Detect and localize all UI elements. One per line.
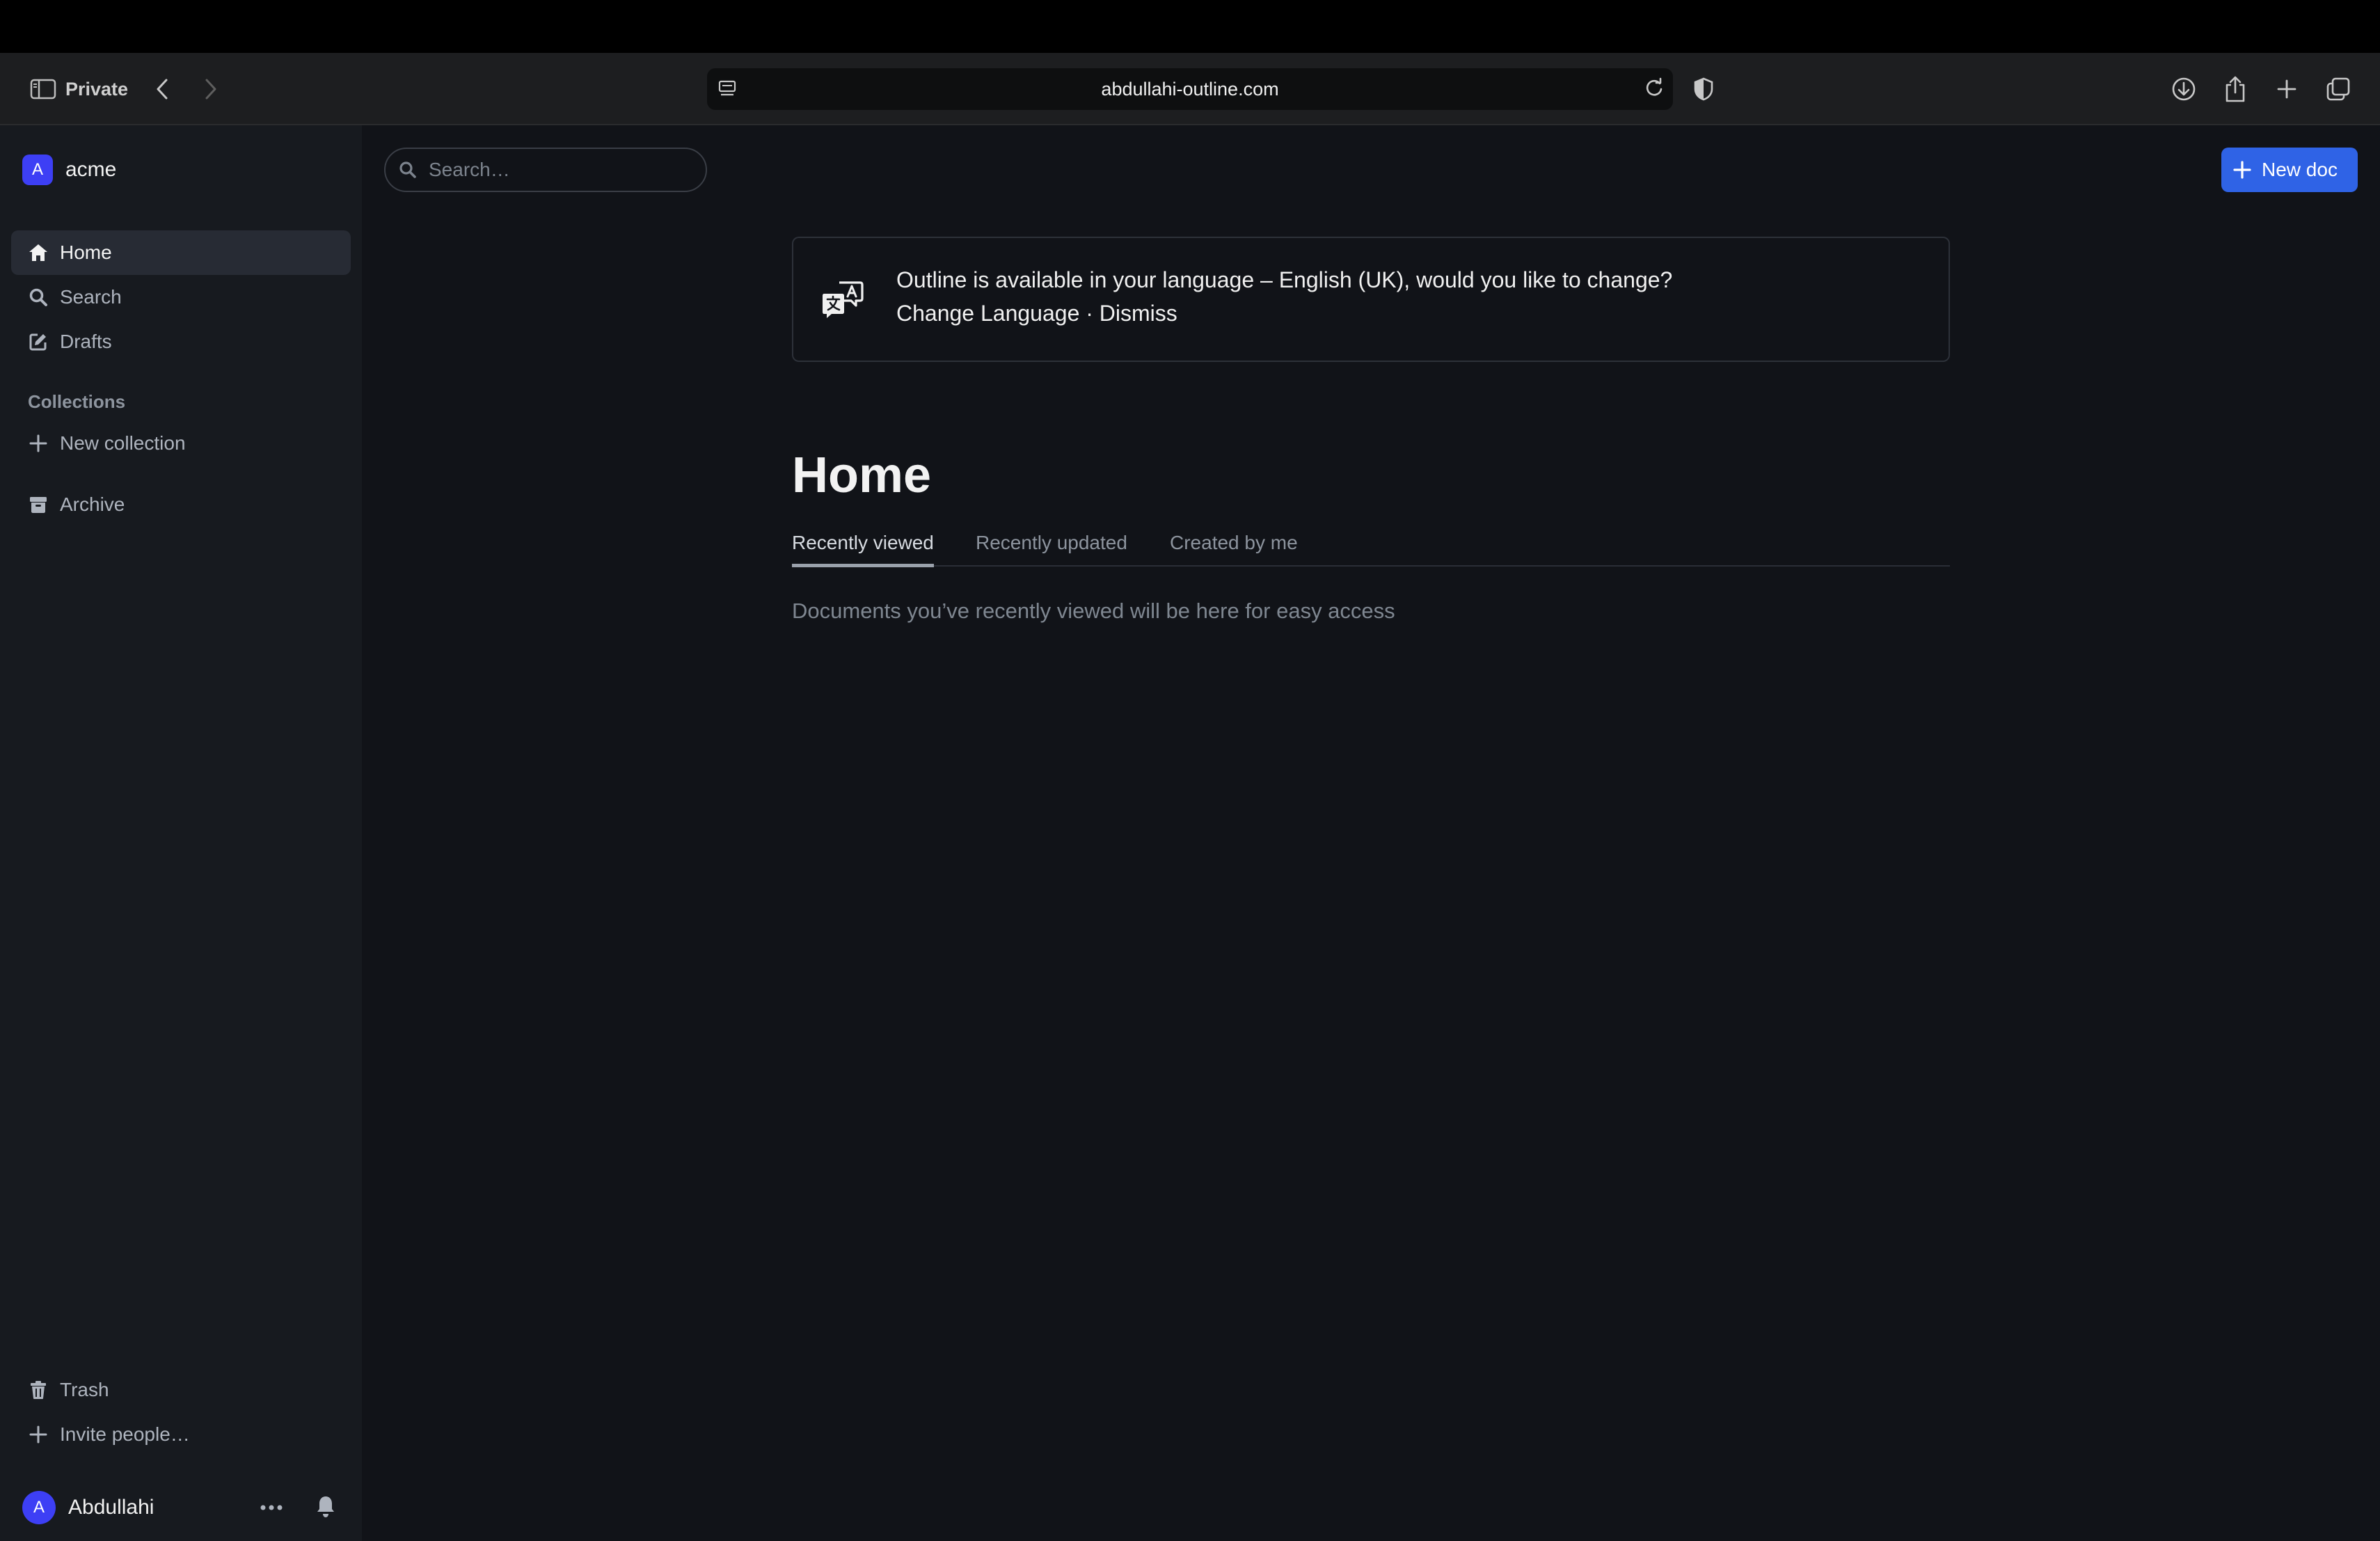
reload-icon[interactable] [1642,77,1666,104]
sidebar-item-label: Trash [60,1379,109,1400]
invite-people-label: Invite people… [60,1423,190,1445]
url-text: abdullahi-outline.com [1101,79,1279,100]
new-doc-label: New doc [2262,159,2338,180]
team-switcher[interactable]: A acme [22,153,116,187]
trash-icon [26,1378,50,1402]
tab-bar: Recently viewed Recently updated Created… [792,529,1950,567]
sidebar-item-drafts[interactable]: Drafts [11,319,351,364]
sidebar-item-home[interactable]: Home [11,230,351,275]
sidebar-item-trash[interactable]: Trash [11,1368,351,1412]
archive-icon [26,493,50,516]
browser-toolbar: Private abdullahi-outline.com [0,53,2380,125]
user-menu[interactable]: A Abdullahi [22,1488,349,1527]
change-language-link[interactable]: Change Language [896,301,1079,326]
sidebar-toggle-icon[interactable] [28,53,58,125]
separator: · [1079,301,1100,326]
invite-people-button[interactable]: Invite people… [11,1412,351,1457]
search-input[interactable] [429,149,693,191]
main-content: New doc Outline is available in your lan… [362,125,2380,1541]
translate-icon [821,280,864,324]
privacy-shield-icon[interactable] [1690,53,1717,125]
tab-created-by-me[interactable]: Created by me [1170,529,1298,567]
sidebar-item-archive[interactable]: Archive [11,482,351,527]
sidebar: A acme Home Search Drafts Collections Ne… [0,125,362,1541]
tab-recently-viewed[interactable]: Recently viewed [792,529,934,567]
tab-recently-updated[interactable]: Recently updated [976,529,1127,567]
forward-icon[interactable] [200,53,221,125]
sidebar-item-label: Home [60,242,112,263]
plus-icon [26,1423,50,1446]
share-icon[interactable] [2221,53,2249,125]
team-name: acme [65,158,117,181]
edit-icon [26,330,50,354]
search-box[interactable] [384,148,707,192]
language-notice: Outline is available in your language – … [792,237,1950,362]
user-name: Abdullahi [68,1496,154,1519]
new-collection-button[interactable]: New collection [11,421,351,466]
collections-heading: Collections [28,391,126,412]
new-tab-icon[interactable] [2273,53,2301,125]
sidebar-item-label: Search [60,286,122,308]
more-options-icon[interactable] [259,1494,284,1525]
notice-message: Outline is available in your language – … [896,267,1673,292]
notice-actions: Change Language · Dismiss [896,301,1177,326]
empty-state-message: Documents you’ve recently viewed will be… [792,599,1395,623]
dismiss-link[interactable]: Dismiss [1100,301,1177,326]
new-collection-label: New collection [60,432,186,454]
notifications-bell-icon[interactable] [315,1492,337,1524]
team-avatar: A [22,155,53,185]
sidebar-item-search[interactable]: Search [11,275,351,319]
home-icon [26,241,50,264]
os-menu-bar [0,0,2380,53]
avatar: A [22,1491,56,1524]
sidebar-item-label: Drafts [60,331,112,352]
search-icon [398,160,418,183]
search-icon [26,285,50,309]
plus-icon [26,432,50,455]
new-doc-button[interactable]: New doc [2221,148,2358,192]
plus-icon [2232,160,2252,180]
private-label: Private [65,79,129,100]
sidebar-item-label: Archive [60,493,125,515]
tab-overview-icon[interactable] [2324,53,2352,125]
back-icon[interactable] [152,53,173,125]
downloads-icon[interactable] [2170,53,2198,125]
page-title: Home [792,448,932,503]
address-bar[interactable]: abdullahi-outline.com [707,68,1673,110]
